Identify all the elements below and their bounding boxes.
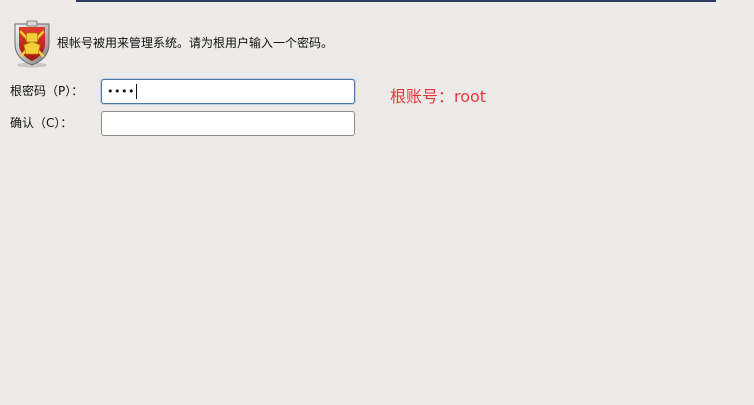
root-password-value: •••• [107, 84, 135, 98]
intro-text: 根帐号被用来管理系统。请为根用户输入一个密码。 [57, 36, 334, 50]
root-password-input[interactable]: •••• [101, 79, 355, 104]
text-caret [135, 84, 137, 99]
root-account-annotation: 根账号：root [390, 87, 487, 106]
root-password-label: 根密码（P）： [10, 84, 84, 98]
top-divider [76, 0, 716, 2]
confirm-password-label: 确认（C）： [10, 116, 73, 130]
shield-crown-icon [14, 20, 50, 68]
confirm-password-input[interactable] [101, 111, 355, 136]
